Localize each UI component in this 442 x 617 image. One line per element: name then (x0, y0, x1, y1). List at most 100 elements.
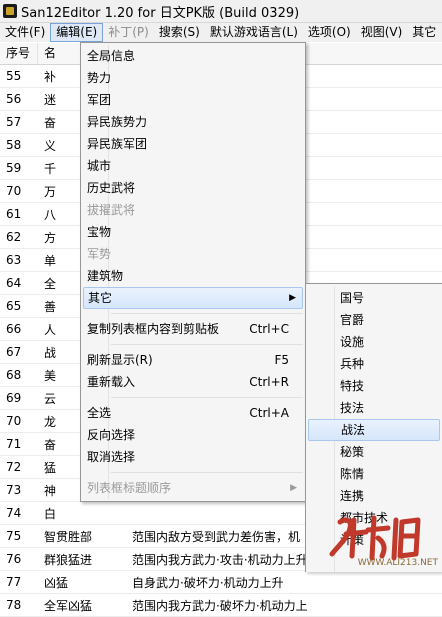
cell-name: 凶猛 (44, 575, 69, 590)
menu-item-label: 反向选择 (87, 428, 136, 442)
edit-menu-item[interactable]: 城市 (81, 155, 305, 177)
cell-no: 62 (6, 230, 22, 244)
edit-menu-item[interactable]: 异民族军团 (81, 133, 305, 155)
menu-item-label: 其它 (88, 291, 113, 305)
submenu-item-label: 陈情 (340, 467, 365, 481)
submenu-item-label: 技法 (340, 401, 365, 415)
submenu-item-label: 官爵 (340, 313, 365, 327)
cell-no: 64 (6, 276, 22, 290)
menu-item-label: 城市 (87, 159, 112, 173)
submenu-item[interactable]: 连携 (306, 485, 442, 507)
submenu-item-label: 秘策 (340, 445, 365, 459)
menu-separator (111, 397, 303, 398)
cell-no: 58 (6, 138, 22, 152)
menu-item-label: 异民族势力 (87, 115, 148, 129)
submenu-item[interactable]: 秘策 (306, 441, 442, 463)
menu-default-language[interactable]: 默认游戏语言(L) (205, 23, 303, 42)
menu-edit[interactable]: 编辑(E) (50, 23, 104, 42)
submenu-item-label: 连携 (340, 489, 365, 503)
table-row[interactable]: 77 凶猛 自身武力·破坏力·机动力上升 (0, 571, 442, 594)
watermark-text: WWW.ALI213.NET (357, 558, 438, 568)
site-watermark: WWW.ALI213.NET (322, 508, 440, 570)
submenu-item[interactable]: 陈情 (306, 463, 442, 485)
cell-name: 智贯胜部 (44, 529, 93, 544)
menu-separator (111, 344, 303, 345)
cell-no: 61 (6, 207, 22, 221)
menu-view[interactable]: 视图(V) (356, 23, 408, 42)
cell-no: 73 (6, 483, 22, 497)
menu-bar: 文件(F) 编辑(E) 补丁(P) 搜索(S) 默认游戏语言(L) 选项(O) … (0, 23, 442, 42)
submenu-item[interactable]: 官爵 (306, 309, 442, 331)
cell-no: 68 (6, 368, 22, 382)
menu-other[interactable]: 其它 (407, 23, 441, 42)
edit-menu-item[interactable]: 军团 (81, 89, 305, 111)
edit-menu-item[interactable]: 列表框标题顺序 ▶ (81, 477, 305, 499)
menu-search[interactable]: 搜索(S) (154, 23, 205, 42)
edit-menu-item[interactable]: 军势 (81, 243, 305, 265)
edit-menu-item[interactable]: 刷新显示(R) F5 (81, 349, 305, 371)
menu-separator (111, 313, 303, 314)
menu-item-label: 拔擢武将 (87, 203, 136, 217)
cell-name: 全军凶猛 (44, 598, 93, 613)
edit-menu-item[interactable]: 反向选择 (81, 424, 305, 446)
cell-no: 76 (6, 552, 22, 566)
menu-item-label: 刷新显示(R) (87, 353, 153, 367)
menu-item-label: 列表框标题顺序 (87, 481, 172, 495)
submenu-item[interactable]: 特技 (306, 375, 442, 397)
edit-menu-item[interactable]: 复制列表框内容到剪贴板 Ctrl+C (81, 318, 305, 340)
edit-menu-item[interactable]: 宝物 (81, 221, 305, 243)
menu-item-label: 取消选择 (87, 450, 136, 464)
edit-menu-item[interactable]: 全局信息 (81, 45, 305, 67)
cell-no: 69 (6, 391, 22, 405)
menu-item-label: 宝物 (87, 225, 112, 239)
menu-item-label: 异民族军团 (87, 137, 148, 151)
submenu-item[interactable]: 设施 (306, 331, 442, 353)
title-bar: San12Editor 1.20 for 日文PK版 (Build 0329) (0, 0, 442, 23)
cell-no: 56 (6, 92, 22, 106)
edit-menu-item[interactable]: 拔擢武将 (81, 199, 305, 221)
cell-name: 白 (44, 506, 57, 521)
edit-menu-dropdown: 全局信息 势力军团异民族势力异民族军团城市历史武将拔擢武将宝物军势建筑物其它 ▶ 复制… (80, 42, 306, 502)
cell-no: 71 (6, 437, 22, 451)
menu-item-label: 军团 (87, 93, 112, 107)
menu-options[interactable]: 选项(O) (303, 23, 356, 42)
menu-item-label: 建筑物 (87, 269, 124, 283)
edit-menu-item[interactable]: 建筑物 (81, 265, 305, 287)
column-header-no[interactable]: 序号 (0, 43, 38, 64)
edit-menu-item[interactable]: 取消选择 (81, 446, 305, 468)
cell-name: 群狼猛进 (44, 552, 93, 567)
cell-effect: 自身武力·破坏力·机动力上升 (132, 575, 284, 590)
menu-file[interactable]: 文件(F) (0, 23, 50, 42)
submenu-item[interactable]: 国号 (306, 287, 442, 309)
window-title: San12Editor 1.20 for 日文PK版 (Build 0329) (21, 5, 300, 21)
cell-no: 70 (6, 184, 22, 198)
menu-separator (111, 472, 303, 473)
submenu-item[interactable]: 兵种 (306, 353, 442, 375)
cell-no: 63 (6, 253, 22, 267)
submenu-item[interactable]: 技法 (306, 397, 442, 419)
edit-menu-item[interactable]: 全选 Ctrl+A (81, 402, 305, 424)
menu-item-label: 军势 (87, 247, 112, 261)
edit-menu-item[interactable]: 其它 ▶ (83, 287, 303, 309)
submenu-item[interactable]: 战法 (308, 419, 440, 441)
menu-item-shortcut: F5 (274, 353, 289, 367)
edit-menu-item[interactable]: 历史武将 (81, 177, 305, 199)
app-icon[interactable] (3, 4, 17, 18)
edit-menu-item[interactable]: 势力 (81, 67, 305, 89)
menu-patch[interactable]: 补丁(P) (103, 23, 154, 42)
menu-item-shortcut: Ctrl+C (249, 322, 289, 336)
cell-no: 57 (6, 115, 22, 129)
submenu-item-label: 设施 (340, 335, 365, 349)
cell-no: 67 (6, 345, 22, 359)
edit-menu-item[interactable]: 重新载入 Ctrl+R (81, 371, 305, 393)
menu-item-shortcut: Ctrl+R (249, 375, 289, 389)
cell-no: 65 (6, 299, 22, 313)
cell-no: 59 (6, 161, 22, 175)
menu-item-label: 复制列表框内容到剪贴板 (87, 322, 220, 336)
table-row[interactable]: 78 全军凶猛 范围内我方武力·破坏力·机动力上 (0, 594, 442, 617)
cell-no: 70 (6, 414, 22, 428)
menu-item-label: 全选 (87, 406, 112, 420)
cell-no: 55 (6, 69, 22, 83)
cell-no: 66 (6, 322, 22, 336)
edit-menu-item[interactable]: 异民族势力 (81, 111, 305, 133)
